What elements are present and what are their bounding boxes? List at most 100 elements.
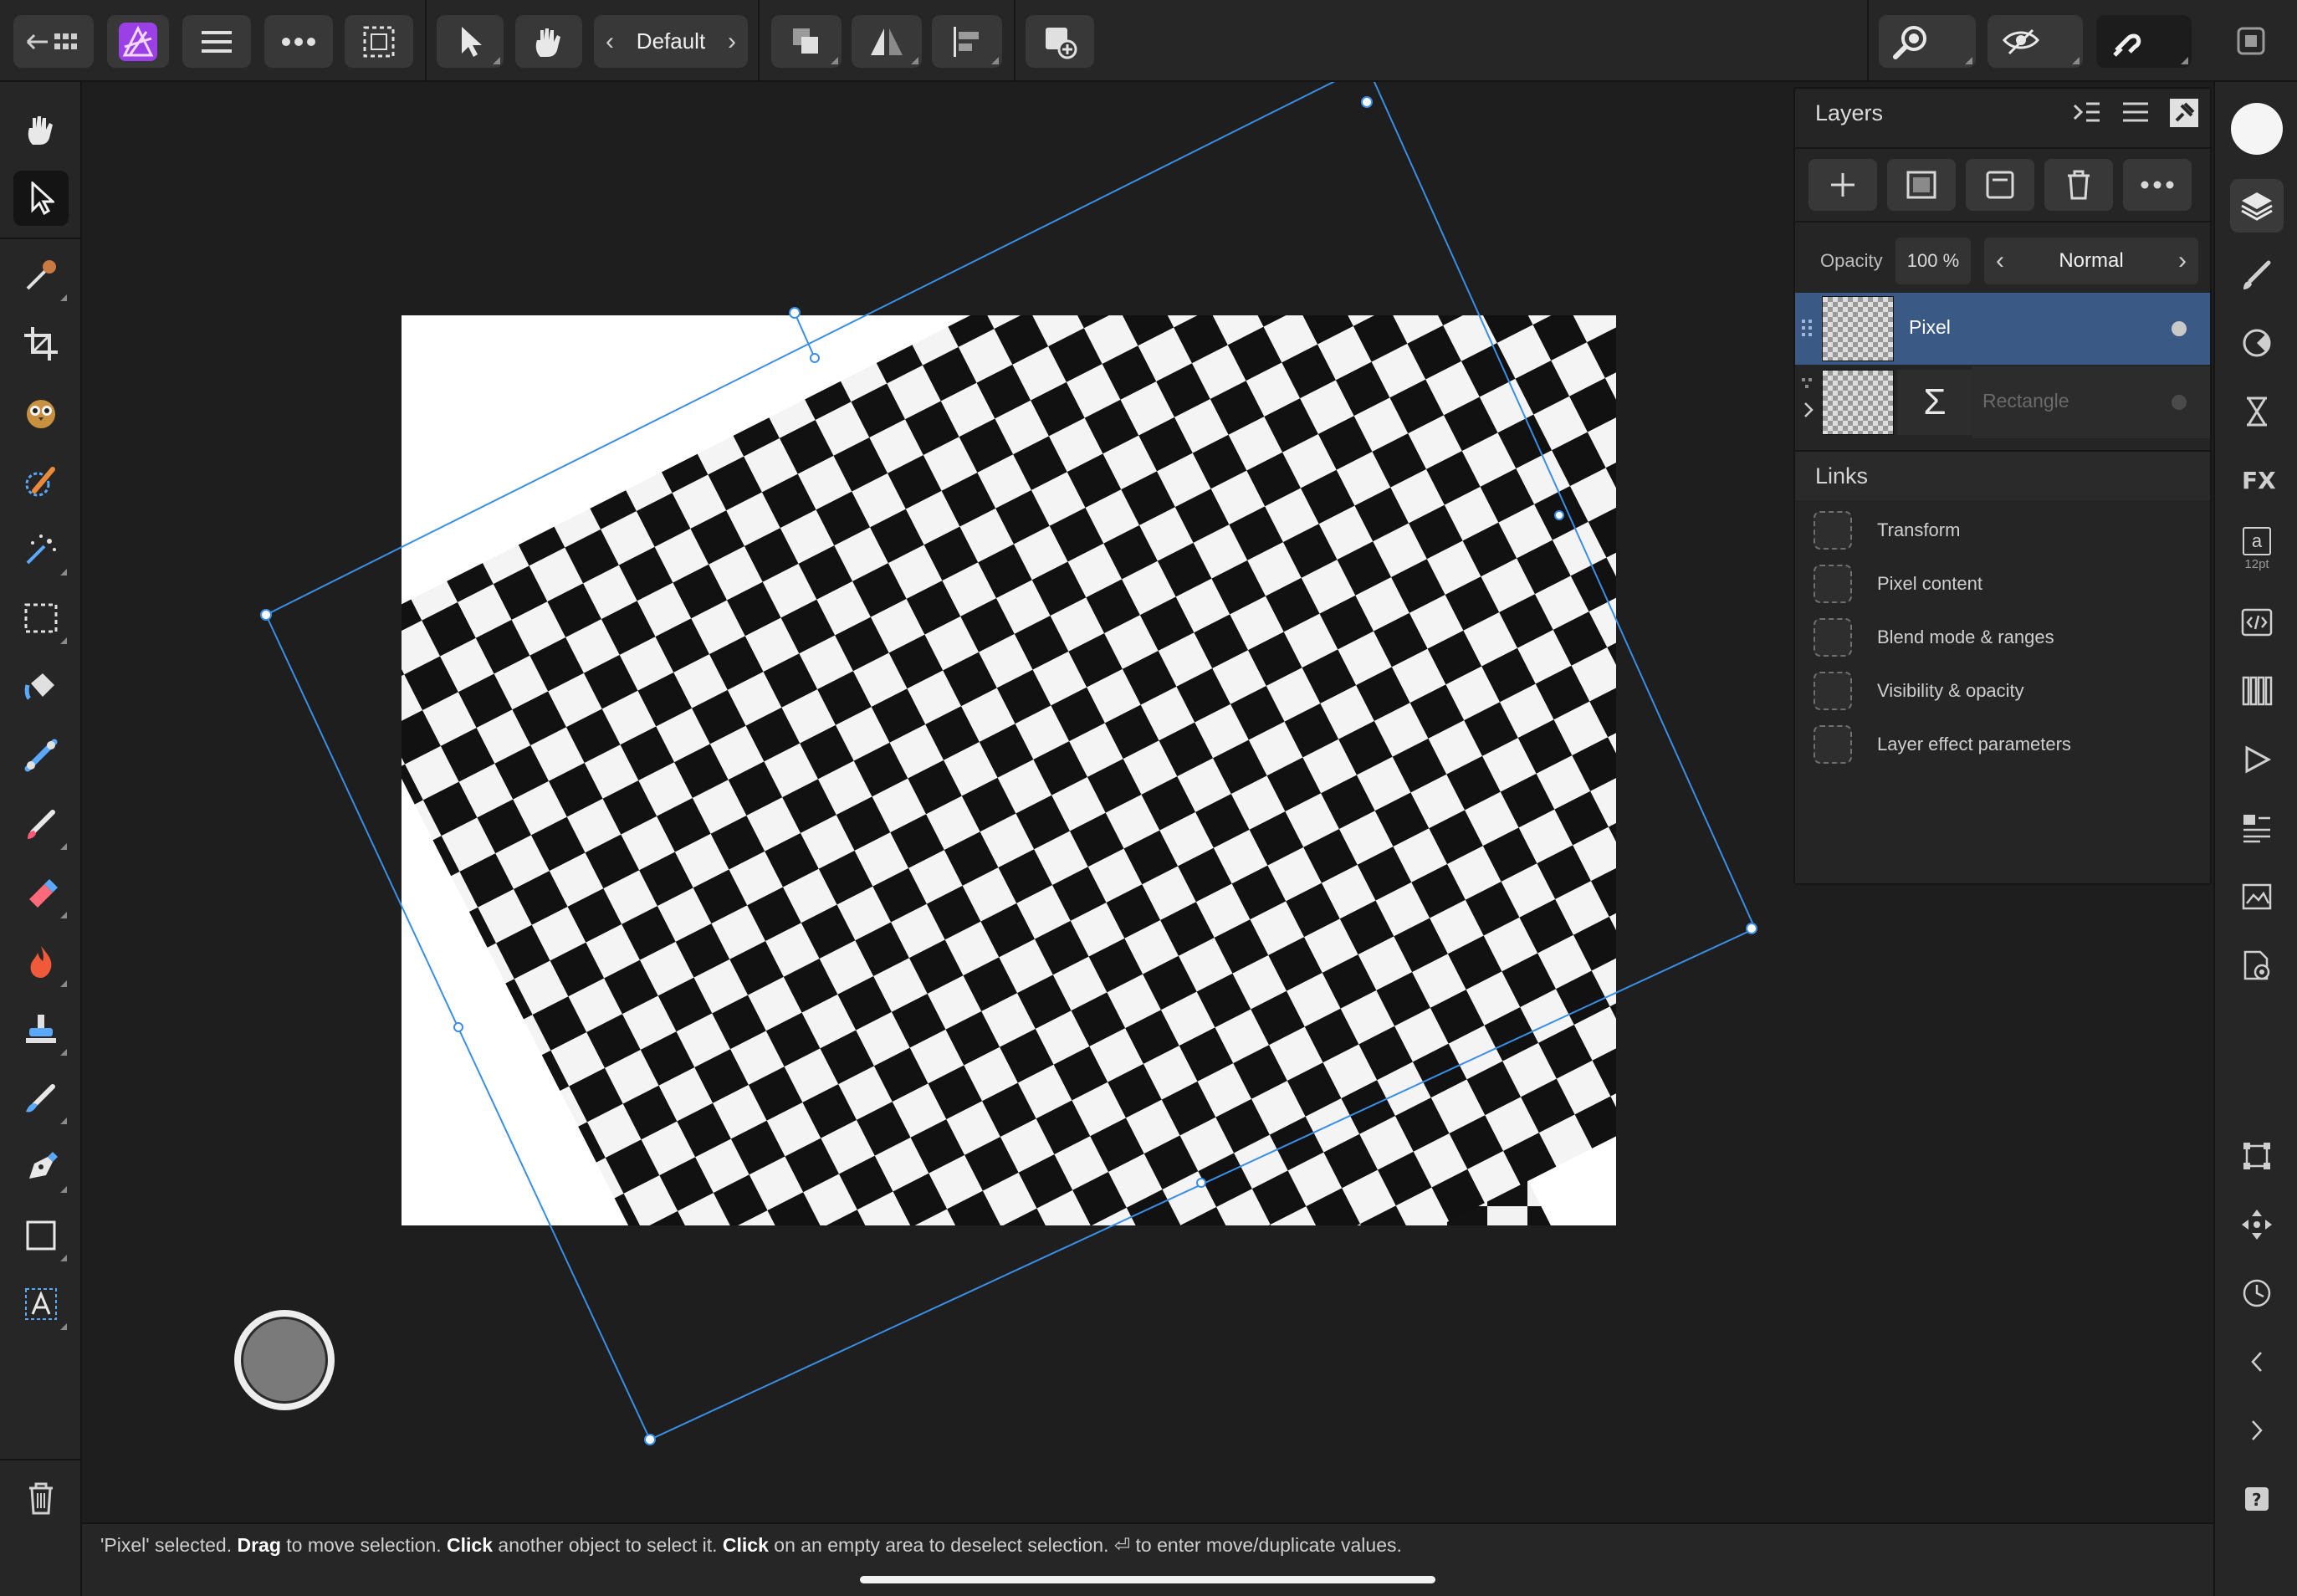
pen-tool[interactable] — [13, 1139, 69, 1194]
align-button[interactable] — [932, 15, 1002, 68]
visibility-toggle[interactable] — [2172, 321, 2187, 336]
chevron-right-icon[interactable]: › — [2178, 247, 2187, 275]
link-pixel-content[interactable]: Pixel content — [1814, 564, 1982, 604]
crop-icon — [24, 327, 58, 361]
home-indicator[interactable] — [860, 1576, 1435, 1583]
flip-button[interactable] — [852, 15, 922, 68]
transform-mode-button[interactable] — [2230, 1129, 2284, 1183]
selection-brush-tool[interactable] — [13, 385, 69, 440]
layer-row-pixel[interactable]: Pixel — [1795, 293, 2210, 365]
drag-handle-icon[interactable] — [1800, 318, 1817, 338]
move-tool[interactable] — [13, 171, 69, 226]
link-checkbox[interactable] — [1814, 672, 1852, 710]
smudge-tool[interactable] — [13, 1071, 69, 1126]
color-swatch-button[interactable] — [2230, 102, 2284, 156]
clone-tool[interactable] — [13, 1002, 69, 1057]
layer-options-icon[interactable] — [2071, 97, 2103, 129]
group-layers-button[interactable] — [1966, 159, 2034, 211]
expand-chevron-icon[interactable] — [1800, 375, 1819, 425]
window-button[interactable] — [2235, 25, 2269, 63]
persona-button[interactable] — [107, 15, 169, 68]
preset-selector[interactable]: ‹ Default › — [594, 15, 748, 68]
delete-button[interactable] — [13, 1471, 69, 1526]
flood-fill-tool[interactable] — [13, 659, 69, 714]
studio-macro[interactable] — [2230, 733, 2284, 786]
history-scrub-button[interactable] — [2230, 1266, 2284, 1320]
zoom-button[interactable] — [1879, 15, 1976, 68]
refine-brush-icon — [25, 467, 55, 497]
transform-handle — [453, 1022, 463, 1032]
back-to-grid-button[interactable] — [13, 15, 94, 68]
paint-brush-tool[interactable] — [13, 796, 69, 852]
studio-swatches[interactable] — [2230, 664, 2284, 718]
link-checkbox[interactable] — [1814, 618, 1852, 657]
gradient-tool[interactable] — [13, 728, 69, 783]
rectangle-tool[interactable] — [13, 1208, 69, 1263]
color-picker-tool[interactable] — [13, 248, 69, 303]
snap-hand-button[interactable] — [515, 15, 582, 68]
studio-fx[interactable]: FX — [2230, 453, 2284, 507]
add-layer-button[interactable] — [1808, 159, 1877, 211]
studio-history[interactable] — [2230, 385, 2284, 438]
layers-icon — [2241, 192, 2273, 221]
corner-indicator — [60, 637, 67, 644]
move-tool-button[interactable] — [437, 15, 504, 68]
link-transform[interactable]: Transform — [1814, 510, 1960, 550]
brush-icon — [2243, 260, 2271, 289]
magic-wand-tool[interactable] — [13, 522, 69, 577]
studio-brushes[interactable] — [2230, 248, 2284, 301]
undo-button[interactable] — [2230, 1335, 2284, 1389]
link-visibility-opacity[interactable]: Visibility & opacity — [1814, 671, 2024, 711]
link-checkbox[interactable] — [1814, 511, 1852, 550]
chevron-left-icon[interactable]: ‹ — [1996, 247, 2004, 275]
studio-layers[interactable] — [2230, 179, 2284, 233]
hardware-key-button[interactable] — [234, 1310, 335, 1410]
view-tool[interactable] — [13, 102, 69, 157]
text-tool[interactable] — [13, 1276, 69, 1332]
studio-code[interactable] — [2230, 596, 2284, 649]
visibility-toggle[interactable] — [2172, 395, 2187, 410]
opacity-field[interactable]: 100 % — [1895, 238, 1971, 284]
snap-hand-icon — [535, 28, 560, 57]
add-button[interactable] — [1026, 15, 1094, 68]
snapping-button[interactable] — [2096, 15, 2192, 68]
add-mask-button[interactable] — [1887, 159, 1956, 211]
chevron-left-icon[interactable]: ‹ — [606, 28, 614, 56]
crop-tool[interactable] — [13, 316, 69, 371]
character-size-label: 12pt — [2244, 556, 2269, 571]
help-button[interactable]: ? — [2230, 1472, 2284, 1526]
erase-brush-tool[interactable] — [13, 865, 69, 920]
pin-icon[interactable] — [2168, 97, 2200, 129]
delete-layer-button[interactable] — [2044, 159, 2113, 211]
svg-text:?: ? — [2252, 1490, 2262, 1510]
marquee-tool[interactable] — [13, 591, 69, 646]
corner-indicator — [60, 980, 67, 987]
layer-more-button[interactable] — [2123, 159, 2192, 211]
view-mode-button[interactable] — [1987, 15, 2083, 68]
link-layer-effects[interactable]: Layer effect parameters — [1814, 724, 2071, 765]
studio-transform[interactable] — [2230, 801, 2284, 855]
redo-button[interactable] — [2230, 1404, 2284, 1457]
move-duplicate-button[interactable] — [2230, 1198, 2284, 1251]
main-menu-button[interactable] — [182, 15, 251, 68]
more-button[interactable] — [264, 15, 333, 68]
burn-tool[interactable] — [13, 934, 69, 989]
status-text-part: to move selection. — [280, 1534, 448, 1556]
arrange-button[interactable] — [771, 15, 842, 68]
studio-character[interactable]: a 12pt — [2230, 522, 2284, 575]
layer-row-rectangle[interactable]: Σ Rectangle — [1795, 366, 2210, 438]
selection-button[interactable] — [345, 15, 413, 68]
blend-mode-selector[interactable]: ‹ Normal › — [1984, 238, 2198, 284]
panel-menu-icon[interactable] — [2120, 97, 2151, 129]
link-checkbox[interactable] — [1814, 725, 1852, 764]
studio-document-settings[interactable] — [2230, 939, 2284, 992]
adjustment-icon — [2243, 329, 2271, 357]
studio-navigator[interactable] — [2230, 870, 2284, 923]
transform-handle — [1361, 96, 1373, 108]
flame-icon — [30, 946, 52, 978]
link-blend-mode[interactable]: Blend mode & ranges — [1814, 617, 2054, 657]
refine-brush-tool[interactable] — [13, 453, 69, 509]
chevron-right-icon[interactable]: › — [728, 28, 736, 56]
studio-adjustments[interactable] — [2230, 316, 2284, 370]
link-checkbox[interactable] — [1814, 565, 1852, 603]
